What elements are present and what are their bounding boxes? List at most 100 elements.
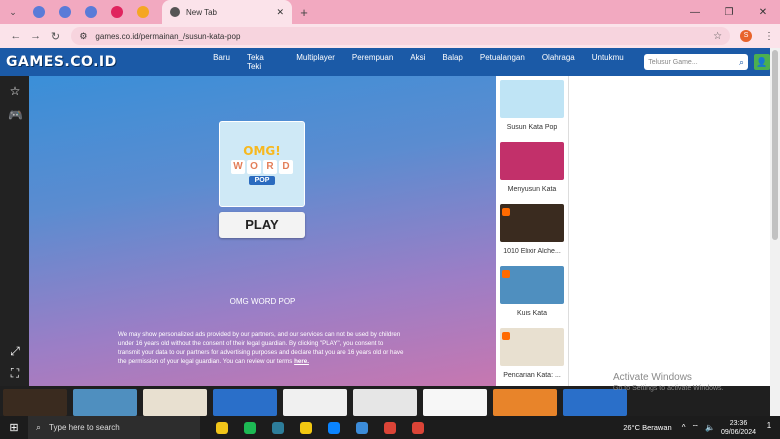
volume-icon[interactable]: 🔈 <box>705 423 715 432</box>
restore-button[interactable]: ❐ <box>712 7 746 18</box>
profile-avatar[interactable]: S <box>740 30 752 42</box>
more-game-thumb[interactable] <box>423 389 487 416</box>
vscode-icon[interactable] <box>348 416 376 439</box>
nav-item[interactable]: Multiplayer <box>288 53 344 71</box>
weather-widget[interactable]: 26°C Berawan <box>623 423 671 432</box>
gamepad-icon[interactable]: 🎮 <box>8 108 23 122</box>
app-icon <box>384 421 396 434</box>
search-placeholder: Telusur Game... <box>648 58 698 66</box>
related-games-column: Susun Kata Pop Menyusun Kata 1010 Elixir… <box>496 76 568 386</box>
nav-item[interactable]: Aksi <box>402 53 434 71</box>
game-sidebar: ☆ 🎮 ⤢ ⛶ <box>0 76 29 386</box>
page-scrollbar[interactable] <box>770 48 780 416</box>
app-icon <box>216 421 228 434</box>
browser-tab[interactable] <box>130 0 156 24</box>
reload-button[interactable]: ↻ <box>46 30 66 43</box>
related-game-card[interactable]: Pencarian Kata: ... <box>500 328 564 379</box>
site-nav: Baru Teka Teki Multiplayer Perempuan Aks… <box>205 53 633 71</box>
more-game-thumb[interactable] <box>493 389 557 416</box>
taskbar-search-input[interactable]: ⌕ Type here to search <box>28 416 200 439</box>
game-thumbnail <box>500 80 564 118</box>
search-icon[interactable]: ⌕ <box>739 57 744 68</box>
close-tab-icon[interactable]: ✕ <box>276 7 284 18</box>
more-game-thumb[interactable] <box>353 389 417 416</box>
nav-item[interactable]: Perempuan <box>343 53 401 71</box>
close-window-button[interactable]: ✕ <box>746 7 780 18</box>
game-title: OMG WORD POP <box>229 297 296 306</box>
taskbar-search-placeholder: Type here to search <box>49 423 120 432</box>
nav-item[interactable]: Petualangan <box>471 53 533 71</box>
browser-tab[interactable] <box>78 0 104 24</box>
fullscreen-icon[interactable]: ⛶ <box>8 366 22 380</box>
expand-icon[interactable]: ⤢ <box>8 344 22 358</box>
more-game-thumb[interactable] <box>213 389 277 416</box>
hot-badge <box>502 270 510 278</box>
related-game-card[interactable]: Menyusun Kata <box>500 142 564 193</box>
nav-item[interactable]: Teka Teki <box>238 53 287 71</box>
related-game-card[interactable]: 1010 Elixir Alche... <box>500 204 564 255</box>
search-icon: ⌕ <box>36 422 42 432</box>
browser-tab[interactable] <box>52 0 78 24</box>
taskbar-clock[interactable]: 23:36 09/06/2024 <box>721 419 756 437</box>
tab-favicon <box>59 6 71 18</box>
app-icon <box>300 421 312 434</box>
game-thumbnail <box>500 142 564 180</box>
file-explorer-icon[interactable] <box>292 416 320 439</box>
game-label: Kuis Kata <box>517 310 547 317</box>
more-game-thumb[interactable] <box>563 389 627 416</box>
tab-search-dropdown[interactable]: ⌄ <box>0 0 26 24</box>
app-icon-button[interactable] <box>264 416 292 439</box>
tray-chevron-icon[interactable]: ^ <box>682 423 686 432</box>
windows-start-icon[interactable]: ⊞ <box>0 421 28 434</box>
favorite-star-icon[interactable]: ☆ <box>8 84 22 98</box>
browser-tab-strip: ⌄ New Tab ✕ + — ❐ ✕ <box>0 0 780 24</box>
browser-menu-icon[interactable]: ⋮ <box>764 31 774 42</box>
nav-item[interactable]: Untukmu <box>583 53 632 71</box>
game-thumbnail <box>500 328 564 366</box>
more-game-thumb[interactable] <box>143 389 207 416</box>
user-account-button[interactable]: 👤 <box>754 54 771 70</box>
chrome-icon[interactable] <box>376 416 404 439</box>
forward-button[interactable]: → <box>26 30 46 42</box>
consent-notice: We may show personalized ads provided by… <box>118 330 406 366</box>
ad-pane <box>568 76 770 386</box>
app-icon <box>244 421 256 434</box>
new-tab-button[interactable]: + <box>292 5 316 20</box>
related-game-card[interactable]: Kuis Kata <box>500 266 564 317</box>
nav-item[interactable]: Balap <box>434 53 471 71</box>
more-game-thumb[interactable] <box>3 389 67 416</box>
watermark-title: Activate Windows <box>613 372 692 383</box>
tab-favicon <box>111 6 123 18</box>
more-game-thumb[interactable] <box>283 389 347 416</box>
scrollbar-thumb[interactable] <box>772 50 778 240</box>
game-frame[interactable]: OMG! W O R D POP PLAY OMG WORD POP We ma… <box>29 76 496 386</box>
edge-icon[interactable] <box>320 416 348 439</box>
nav-item[interactable]: Baru <box>205 53 239 71</box>
letter-tile: O <box>247 159 261 174</box>
browser-tab[interactable] <box>26 0 52 24</box>
browser-tab-active[interactable]: New Tab ✕ <box>162 0 292 24</box>
game-search-input[interactable]: Telusur Game... ⌕ <box>644 54 749 70</box>
related-game-card[interactable]: Susun Kata Pop <box>500 80 564 131</box>
nav-item[interactable]: Olahraga <box>533 53 583 71</box>
notification-icon[interactable]: 1 <box>762 421 776 435</box>
terms-link[interactable]: here. <box>294 358 309 365</box>
wifi-icon[interactable]: ⌔ <box>691 423 699 433</box>
chrome-active-icon[interactable] <box>404 416 432 439</box>
system-tray: 26°C Berawan ^ ⌔ 🔈 23:36 09/06/2024 1 <box>623 419 780 437</box>
back-button[interactable]: ← <box>6 30 26 42</box>
app-icon <box>356 421 368 434</box>
bookmark-star-icon[interactable]: ☆ <box>713 31 722 42</box>
letter-tile: W <box>231 159 245 174</box>
more-game-thumb[interactable] <box>73 389 137 416</box>
url-bar[interactable]: ⚙ games.co.id/permainan_/susun-kata-pop … <box>71 27 731 45</box>
play-button[interactable]: PLAY <box>219 212 305 238</box>
tab-favicon <box>85 6 97 18</box>
task-view-icon[interactable] <box>208 416 236 439</box>
cover-pop-text: POP <box>248 175 276 185</box>
minimize-button[interactable]: — <box>678 7 712 18</box>
spotify-icon[interactable] <box>236 416 264 439</box>
site-logo[interactable]: GAMES.CO.ID <box>0 54 205 70</box>
browser-tab[interactable] <box>104 0 130 24</box>
site-info-icon[interactable]: ⚙ <box>79 31 87 42</box>
